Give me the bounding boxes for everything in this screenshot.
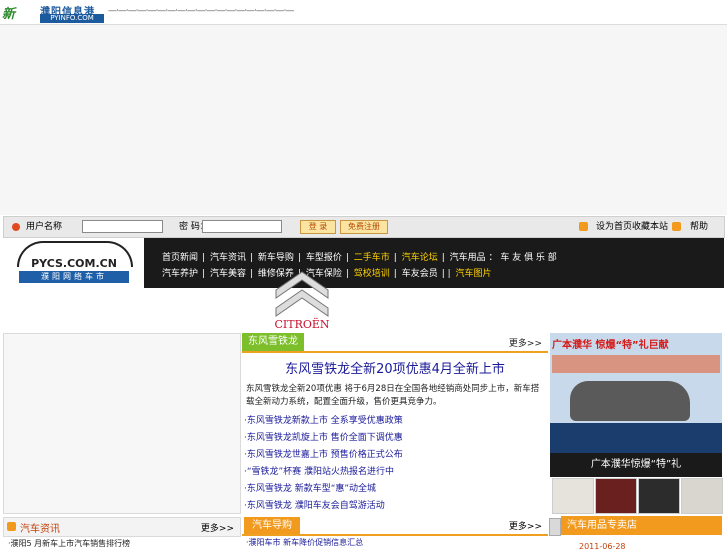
section-icon (7, 522, 16, 531)
user-icon (12, 223, 20, 231)
set-homepage-link[interactable]: 设为首页收藏本站 (596, 217, 668, 237)
nav-item[interactable]: 新车导购 (258, 253, 294, 263)
tab-dongfeng-citroen[interactable]: 东风雪铁龙 (242, 333, 304, 351)
nav-item[interactable]: 汽车美容 (210, 269, 246, 279)
top-header: 新 濮阳信息港 PYINFO.COM —·—·—·—·—·—·—·—·—·—·—… (0, 0, 727, 25)
news-item[interactable]: ·“雪铁龙”杯赛 濮阳站火热报名进行中 (244, 464, 544, 481)
left-image-box[interactable] (3, 333, 241, 514)
more-link[interactable]: 更多>> (509, 519, 542, 532)
brand-name: 濮阳网络车市 (19, 271, 129, 283)
register-button[interactable]: 免费注册 (340, 220, 388, 234)
login-button[interactable]: 登 录 (300, 220, 336, 234)
home-icon (579, 222, 588, 231)
thumbnail[interactable] (595, 478, 637, 514)
news-item[interactable]: ·东风雪铁龙 濮阳车友会自驾游活动 (244, 498, 544, 515)
site-logo[interactable]: 新 濮阳信息港 PYINFO.COM (2, 3, 104, 23)
bottom-center-header: 汽车导购 更多>> ·濮阳车市 新车降价促销信息汇总 (242, 516, 548, 547)
citroen-logo[interactable]: CITROËN (258, 266, 346, 332)
banner-ad-area[interactable] (0, 25, 727, 215)
nav-item[interactable]: 首页新闻 (162, 253, 198, 263)
bottom-right-header: 汽车用品专卖店 2011-06-28 (561, 516, 722, 551)
date-text: 2011-06-28 (579, 542, 626, 551)
headline-summary: 东风雪铁龙全新20项优惠 将于6月28日在全国各地经销商处同步上市，新车搭载全新… (246, 384, 540, 407)
promo-stripe (552, 355, 720, 373)
brand-logo[interactable]: PYCS.COM.CN 濮阳网络车市 (3, 238, 143, 288)
section-title[interactable]: 汽车资讯 (20, 520, 60, 535)
nav-item[interactable]: 二手车市 (354, 253, 390, 263)
divider (242, 534, 548, 536)
news-item[interactable]: ·东风雪铁龙世嘉上市 预售价格正式公布 (244, 447, 544, 464)
news-item[interactable]: ·东风雪铁龙 新款车型“惠”动全城 (244, 481, 544, 498)
promo-title: 广本濮华 惊爆“特”礼巨献 (552, 340, 669, 351)
main-nav: 首页新闻 | 汽车资讯 | 新车导购 | 车型报价 | 二手车市 | 汽车论坛 | 汽车用品… (144, 238, 724, 288)
nav-item[interactable]: 汽车资讯 (210, 253, 246, 263)
promo-image[interactable]: 广本濮华 惊爆“特”礼巨献 (550, 333, 722, 453)
thumbnail[interactable] (552, 478, 594, 514)
nav-item[interactable]: 汽车用品 ： 车 友 俱 乐 部 (450, 253, 557, 263)
center-tab-bar: 东风雪铁龙 更多>> (242, 333, 548, 353)
header-decoration: —·—·—·—·—·—·—·—·—·—·—·—·—·—·—·—·—·—·— (108, 6, 294, 16)
car-image (570, 381, 690, 421)
news-item[interactable]: ·东风雪铁龙新款上市 全系享受优惠政策 (244, 413, 544, 430)
thumbnail-strip (550, 478, 723, 514)
thumbnail[interactable] (638, 478, 680, 514)
password-input[interactable] (202, 220, 282, 233)
list-item[interactable]: ·濮阳车市 新车降价促销信息汇总 (246, 537, 363, 548)
nav-item[interactable]: 车友会员 (402, 269, 438, 279)
logo-mark: 新 (2, 7, 16, 22)
section-title[interactable]: 汽车导购 (244, 517, 300, 534)
nav-item[interactable]: 汽车论坛 (402, 253, 438, 263)
dropdown-arrow-icon[interactable] (549, 518, 561, 536)
login-bar: 用户名称 密 码： 登 录 免费注册 设为首页收藏本站 帮助 (3, 216, 725, 238)
username-label: 用户名称 (26, 222, 63, 232)
nav-row-1: 首页新闻 | 汽车资讯 | 新车导购 | 车型报价 | 二手车市 | 汽车论坛 | 汽车用品… (162, 253, 557, 263)
headline[interactable]: 东风雪铁龙全新20项优惠4月全新上市 (242, 358, 548, 377)
nav-item[interactable]: 汽车图片 (456, 269, 492, 279)
username-input[interactable] (82, 220, 163, 233)
bottom-left-header: 汽车资讯 更多>> ·濮阳5 月新车上市汽车销售排行榜 (3, 517, 241, 548)
citroen-wordmark: CITROËN (274, 318, 330, 331)
brand-url: PYCS.COM.CN (31, 257, 117, 270)
nav-item[interactable]: 驾校培训 (354, 269, 390, 279)
more-link[interactable]: 更多>> (201, 521, 234, 534)
logo-domain: PYINFO.COM (40, 14, 104, 23)
thumbnail[interactable] (681, 478, 723, 514)
promo-caption[interactable]: 广本濮华惊爆“特”礼 (550, 453, 722, 477)
news-list: ·东风雪铁龙新款上市 全系享受优惠政策 ·东风雪铁龙凯旋上市 售价全面下调优惠 … (244, 413, 544, 515)
news-item[interactable]: ·东风雪铁龙凯旋上市 售价全面下调优惠 (244, 430, 544, 447)
promo-footer (550, 423, 722, 453)
section-title[interactable]: 汽车用品专卖店 (561, 520, 637, 531)
center-news-panel: 东风雪铁龙 更多>> 东风雪铁龙全新20项优惠4月全新上市 东风雪铁龙全新20项… (242, 333, 548, 513)
more-link[interactable]: 更多>> (509, 336, 542, 349)
help-link[interactable]: 帮助 (690, 217, 708, 237)
nav-item[interactable]: 车型报价 (306, 253, 342, 263)
nav-item[interactable]: 汽车养护 (162, 269, 198, 279)
help-icon (672, 222, 681, 231)
list-item[interactable]: ·濮阳5 月新车上市汽车销售排行榜 (8, 538, 130, 549)
